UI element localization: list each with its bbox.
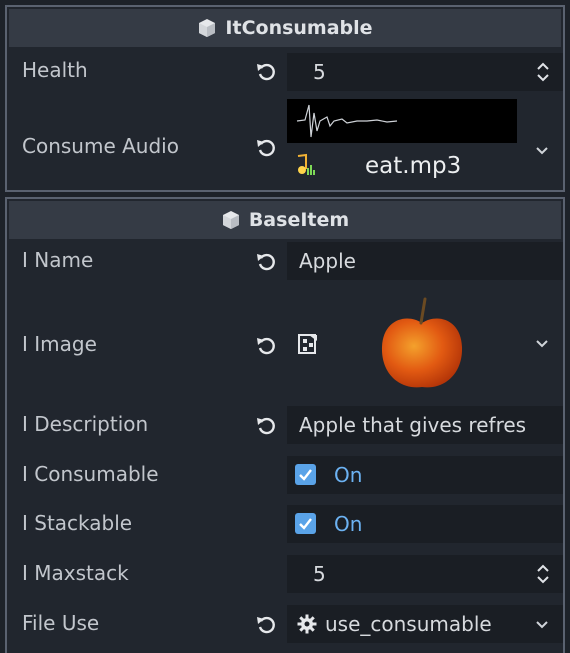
name-value: Apple	[299, 249, 356, 273]
chevron-down-icon[interactable]	[535, 620, 549, 630]
consume-audio-label: Consume Audio	[22, 134, 179, 158]
stackable-checkbox[interactable]: On	[287, 505, 563, 543]
stackable-label: I Stackable	[22, 511, 133, 535]
revert-icon[interactable]	[255, 613, 277, 635]
consume-audio-row: Consume Audio eat.mp3	[7, 97, 563, 189]
chevron-down-icon[interactable]	[535, 146, 549, 156]
texture-icon	[298, 334, 317, 354]
maxstack-spinbox[interactable]: 5	[287, 555, 563, 593]
checkbox-icon[interactable]	[295, 513, 316, 534]
name-label: I Name	[22, 248, 94, 272]
health-label: Health	[22, 58, 88, 82]
image-resource[interactable]	[287, 283, 563, 403]
consume-audio-resource[interactable]: eat.mp3	[287, 99, 563, 187]
revert-icon[interactable]	[255, 136, 277, 158]
cube-icon	[222, 211, 239, 229]
description-input[interactable]: Apple that gives refres	[287, 406, 563, 444]
itconsumable-title: ItConsumable	[225, 17, 373, 39]
updown-icon[interactable]	[535, 61, 551, 83]
image-row: I Image	[7, 283, 563, 403]
name-input[interactable]: Apple	[287, 242, 563, 280]
description-row: I Description Apple that gives refres	[7, 405, 563, 445]
stackable-row: I Stackable On	[7, 504, 563, 544]
gear-icon	[297, 614, 317, 634]
baseitem-title: BaseItem	[248, 209, 350, 231]
consumable-label: I Consumable	[22, 462, 159, 486]
file-use-label: File Use	[22, 611, 100, 635]
baseitem-header[interactable]: BaseItem	[9, 201, 561, 239]
audio-stream-icon	[297, 153, 315, 175]
file-use-value: use_consumable	[325, 612, 492, 636]
itconsumable-section: ItConsumable Health 5 Consume Audio eat.…	[5, 5, 565, 192]
apple-image-preview	[381, 297, 463, 388]
description-value: Apple that gives refres	[299, 413, 527, 437]
stackable-value: On	[334, 512, 363, 536]
consumable-value: On	[334, 463, 363, 487]
maxstack-label: I Maxstack	[22, 561, 129, 585]
description-label: I Description	[22, 412, 149, 436]
file-use-row: File Use use_consumable	[7, 604, 563, 644]
updown-icon[interactable]	[535, 563, 551, 585]
health-value: 5	[313, 60, 326, 84]
checkmark-icon	[299, 518, 312, 530]
cube-icon	[199, 19, 216, 37]
revert-icon[interactable]	[255, 334, 277, 356]
itconsumable-header[interactable]: ItConsumable	[9, 9, 561, 47]
maxstack-row: I Maxstack 5	[7, 554, 563, 594]
checkmark-icon	[299, 469, 312, 481]
health-row: Health 5	[7, 51, 563, 91]
maxstack-value: 5	[313, 562, 326, 586]
consumable-row: I Consumable On	[7, 455, 563, 495]
image-label: I Image	[22, 332, 97, 356]
chevron-down-icon[interactable]	[535, 339, 549, 349]
revert-icon[interactable]	[255, 250, 277, 272]
revert-icon[interactable]	[255, 60, 277, 82]
health-spinbox[interactable]: 5	[287, 53, 563, 91]
name-row: I Name Apple	[7, 241, 563, 281]
audio-waveform-preview	[287, 99, 517, 143]
checkbox-icon[interactable]	[295, 464, 316, 485]
consumable-checkbox[interactable]: On	[287, 456, 563, 494]
baseitem-section: BaseItem I Name Apple I Image I Descript…	[5, 197, 565, 653]
audio-file-name: eat.mp3	[365, 153, 462, 179]
file-use-resource[interactable]: use_consumable	[287, 605, 563, 643]
revert-icon[interactable]	[255, 414, 277, 436]
